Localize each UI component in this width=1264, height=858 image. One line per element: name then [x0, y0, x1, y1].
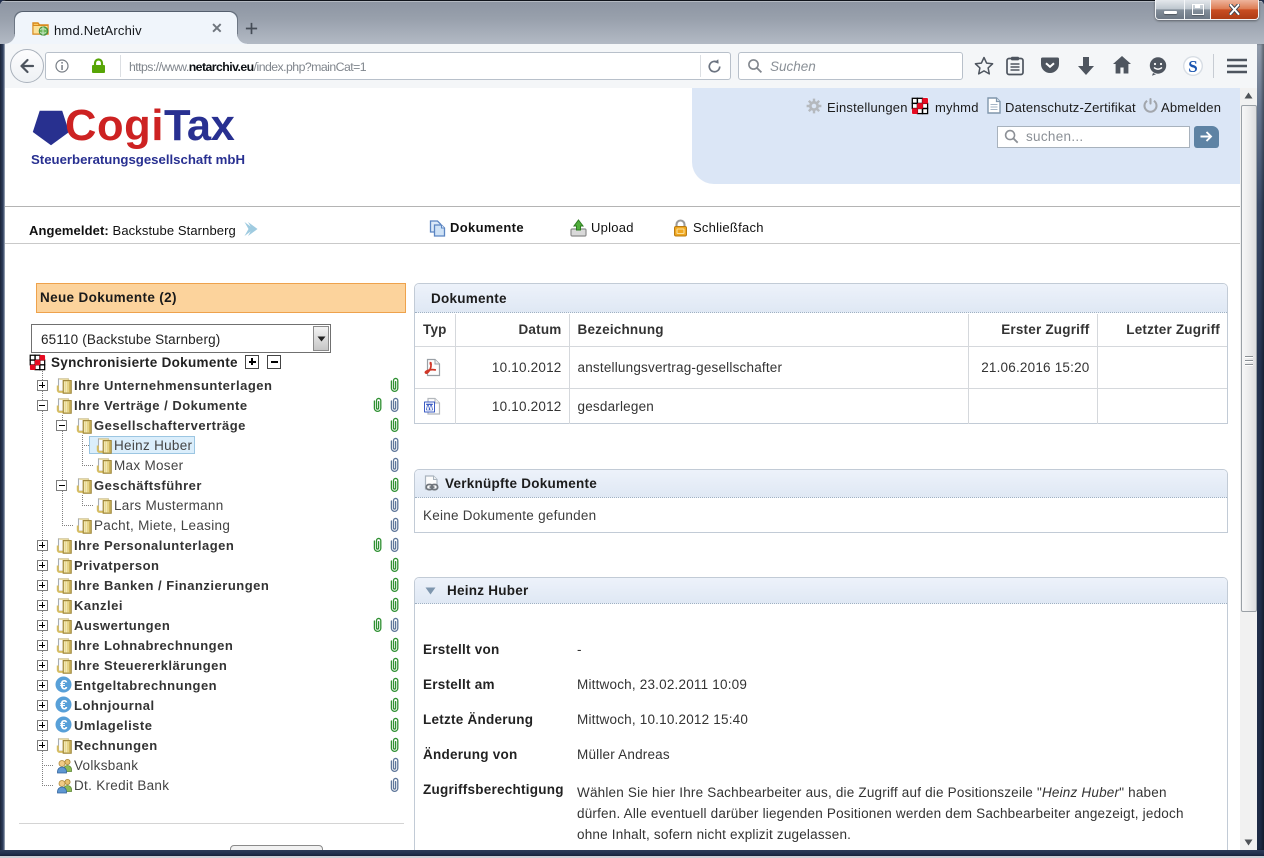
svg-text:S: S: [1188, 57, 1197, 76]
svg-text:W: W: [426, 403, 434, 412]
